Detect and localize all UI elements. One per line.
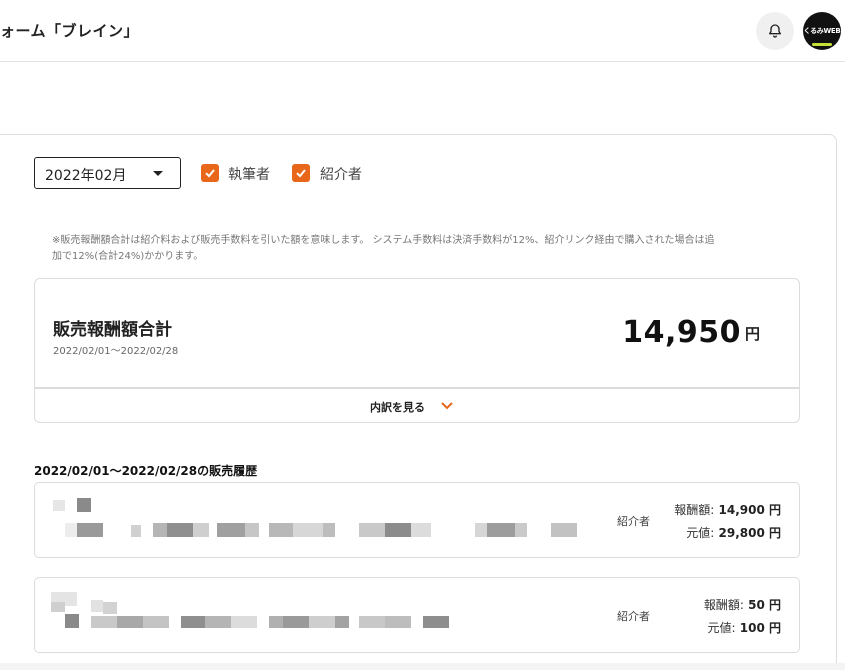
history-title: 2022/02/01〜2022/02/28の販売履歴: [34, 464, 258, 478]
total-reward-unit: 円: [745, 325, 761, 343]
notification-button[interactable]: [756, 12, 794, 50]
history-row-role: 紹介者: [617, 610, 650, 623]
total-reward-label: 販売報酬額合計: [53, 320, 172, 340]
page-title: ォーム「ブレイン」: [0, 22, 140, 40]
caret-down-icon: [153, 171, 163, 176]
reward-label: 報酬額:: [674, 503, 715, 517]
total-reward-card: 販売報酬額合計 2022/02/01〜2022/02/28 14,950 円: [34, 278, 800, 388]
reward-label: 報酬額:: [703, 598, 744, 612]
history-row-price: 元値: 100 円: [708, 619, 781, 636]
history-row[interactable]: 紹介者 報酬額: 14,900 円 元値: 29,800 円: [34, 482, 800, 558]
history-row-price: 元値: 29,800 円: [686, 524, 781, 541]
app-header: ォーム「ブレイン」 くるみWEB: [0, 0, 845, 62]
referrer-checkbox[interactable]: [292, 164, 310, 182]
chevron-down-icon: [441, 402, 453, 410]
writer-checkbox[interactable]: [201, 164, 219, 182]
history-row-reward: 報酬額: 14,900 円: [674, 501, 781, 518]
bell-icon: [769, 24, 781, 38]
avatar-label: くるみWEB: [803, 27, 841, 35]
fee-notice-line2: 加で12%(合計24%)かかります。: [52, 251, 204, 262]
reward-value: 14,900 円: [718, 503, 782, 517]
total-reward-period: 2022/02/01〜2022/02/28: [53, 346, 179, 357]
reward-value: 50 円: [748, 598, 781, 612]
check-icon: [205, 169, 215, 178]
history-row-role: 紹介者: [617, 515, 650, 528]
price-value: 100 円: [739, 621, 781, 635]
month-select-value: 2022年02月: [45, 168, 127, 184]
fee-notice: ※販売報酬額合計は紹介料および販売手数料を引いた額を意味します。 システム手数料…: [52, 233, 792, 265]
price-label: 元値:: [686, 526, 715, 540]
history-row-reward: 報酬額: 50 円: [704, 596, 781, 613]
price-label: 元値:: [707, 621, 736, 635]
show-breakdown-label: 内訳を見る: [370, 401, 425, 414]
history-row[interactable]: 紹介者 報酬額: 50 円 元値: 100 円: [34, 577, 800, 653]
show-breakdown-button[interactable]: 内訳を見る: [34, 388, 800, 423]
check-icon: [296, 169, 306, 178]
footer-strip: [0, 663, 845, 670]
fee-notice-line1: ※販売報酬額合計は紹介料および販売手数料を引いた額を意味します。 システム手数料…: [52, 235, 715, 246]
writer-checkbox-label[interactable]: 執筆者: [228, 164, 270, 184]
avatar-accent: [812, 43, 832, 46]
total-reward-amount: 14,950: [622, 315, 741, 350]
month-select[interactable]: 2022年02月: [34, 157, 181, 189]
price-value: 29,800 円: [718, 526, 782, 540]
user-avatar[interactable]: くるみWEB: [803, 12, 841, 50]
referrer-checkbox-label[interactable]: 紹介者: [320, 164, 362, 184]
